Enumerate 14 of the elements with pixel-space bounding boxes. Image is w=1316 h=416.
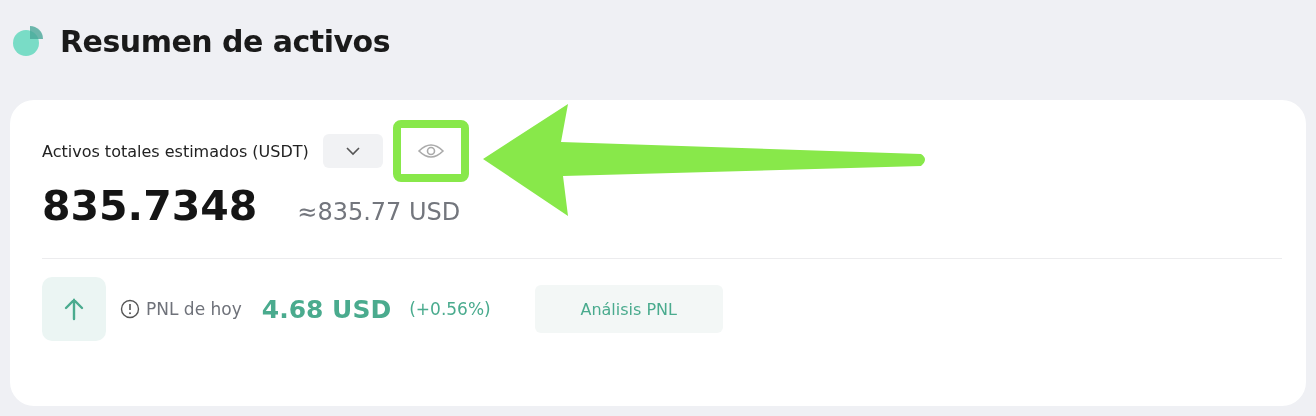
balance-label: Activos totales estimados (USDT): [42, 141, 309, 161]
balance-amount: 835.7348: [42, 182, 258, 230]
pnl-analysis-button[interactable]: Análisis PNL: [534, 285, 723, 333]
page-title: Resumen de activos: [60, 23, 390, 59]
pnl-percent: (+0.56%): [409, 299, 491, 319]
info-icon: [120, 299, 140, 319]
eye-icon: [416, 142, 445, 160]
pnl-label: PNL de hoy: [146, 299, 242, 319]
chevron-down-icon: [344, 146, 361, 156]
pie-chart-icon: [12, 24, 46, 58]
arrow-icon: [63, 297, 85, 321]
pnl-value: 4.68 USD: [261, 294, 392, 324]
balance-usd: ≈835.77 USD: [297, 198, 461, 226]
dropdown-button[interactable]: [322, 134, 383, 168]
